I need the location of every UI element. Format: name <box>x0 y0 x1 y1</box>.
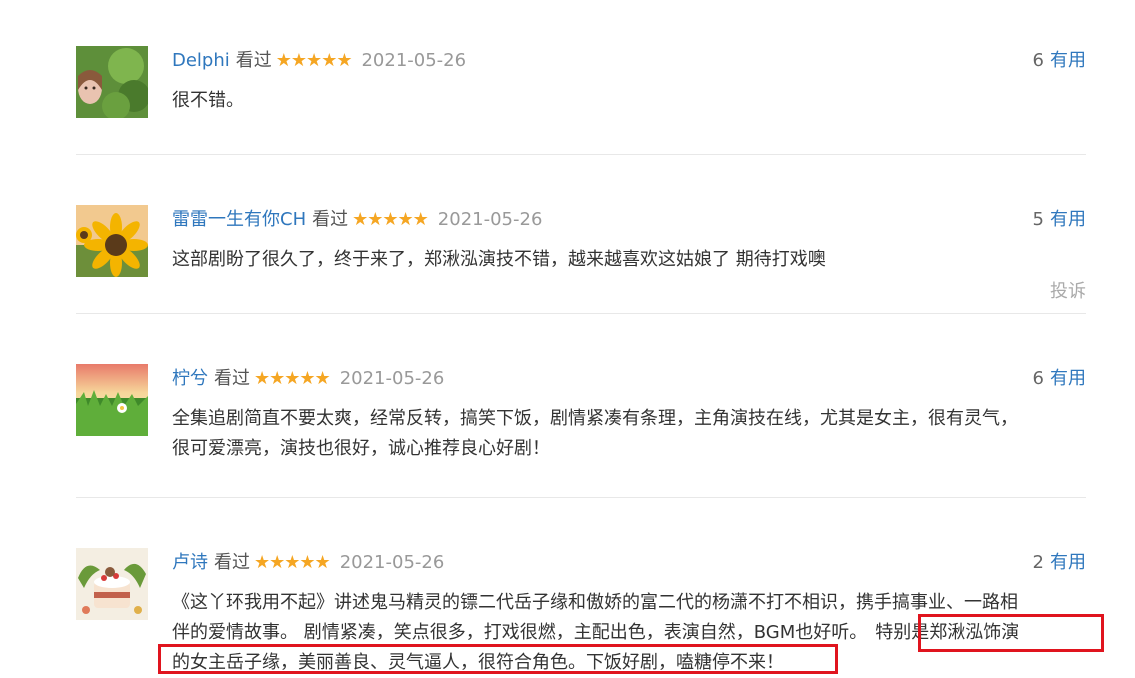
review-text: 《这丫环我用不起》讲述鬼马精灵的镖二代岳子缘和傲娇的富二代的杨潇不打不相识，携手… <box>172 588 1086 678</box>
author-link[interactable]: 卢诗 <box>172 552 208 573</box>
watched-label: 看过 <box>214 552 250 573</box>
review-body: 雷雷一生有你CH 看过 ★★★★★ 2021-05-26 5 有用 这部剧盼了很久了，终… <box>172 205 1086 302</box>
avatar-image-icon <box>76 46 148 118</box>
useful-button[interactable]: 有用 <box>1050 50 1086 71</box>
review-item: 柠兮 看过 ★★★★★ 2021-05-26 6 有用 全集追剧简直不要太爽，经常反转，… <box>76 364 1086 474</box>
avatar[interactable] <box>76 364 148 436</box>
rating-stars: ★★★★★ <box>254 368 331 389</box>
author-link[interactable]: 柠兮 <box>172 368 208 389</box>
review-date: 2021-05-26 <box>339 368 445 389</box>
rating-stars: ★★★★★ <box>275 50 353 71</box>
author-link[interactable]: Delphi <box>172 50 230 71</box>
review-text: 全集追剧简直不要太爽，经常反转，搞笑下饭，剧情紧凑有条理，主角演技在线，尤其是女… <box>172 404 1086 464</box>
useful-count: 2 <box>1032 552 1044 573</box>
review-text-line: 伴的爱情故事。 剧情紧凑，笑点很多，打戏很燃，主配出色，表演自然，BGM也好听。… <box>172 618 1086 648</box>
review-date: 2021-05-26 <box>339 552 445 573</box>
author-link[interactable]: 雷雷一生有你CH <box>172 209 306 230</box>
useful-button[interactable]: 有用 <box>1050 209 1086 230</box>
review-body: 卢诗 看过 ★★★★★ 2021-05-26 2 有用 《这丫环我用不起》讲述鬼马精灵的… <box>172 548 1086 678</box>
useful-vote: 5 有用 <box>1033 205 1086 235</box>
divider <box>76 313 1086 314</box>
review-meta: 柠兮 看过 ★★★★★ 2021-05-26 <box>172 364 1086 394</box>
rating-stars: ★★★★★ <box>352 209 429 230</box>
divider <box>76 154 1086 155</box>
meadow-avatar-icon <box>76 364 148 436</box>
report-link[interactable]: 投诉 <box>1050 277 1086 303</box>
review-meta: Delphi 看过 ★★★★★ 2021-05-26 <box>172 46 1086 76</box>
review-text-line: 很可爱漂亮，演技也很好，诚心推荐良心好剧！ <box>172 438 550 459</box>
useful-vote: 2 有用 <box>1033 548 1086 578</box>
avatar[interactable] <box>76 205 148 277</box>
useful-button[interactable]: 有用 <box>1050 368 1086 389</box>
review-meta: 卢诗 看过 ★★★★★ 2021-05-26 <box>172 548 1086 578</box>
rating-stars: ★★★★★ <box>254 552 331 573</box>
useful-button[interactable]: 有用 <box>1050 552 1086 573</box>
cake-avatar-icon <box>76 548 148 620</box>
watched-label: 看过 <box>312 209 349 230</box>
review-date: 2021-05-26 <box>361 50 467 71</box>
useful-vote: 6 有用 <box>1033 364 1086 394</box>
useful-count: 6 <box>1032 368 1044 389</box>
useful-vote: 6 有用 <box>1033 46 1086 76</box>
review-text-segment: 伴的爱情故事。 剧情紧凑，笑点很多，打戏很燃，主配出色，表演自然，BGM也好听。 <box>172 622 868 643</box>
review-text: 很不错。 <box>172 90 244 111</box>
avatar[interactable] <box>76 548 148 620</box>
useful-count: 6 <box>1032 50 1044 71</box>
review-text-line: 全集追剧简直不要太爽，经常反转，搞笑下饭，剧情紧凑有条理，主角演技在线，尤其是女… <box>172 408 1018 429</box>
review-body: Delphi 看过 ★★★★★ 2021-05-26 6 有用 很不错。 <box>172 46 1086 116</box>
review-body: 柠兮 看过 ★★★★★ 2021-05-26 6 有用 全集追剧简直不要太爽，经常反转，… <box>172 364 1086 464</box>
review-text-line: 《这丫环我用不起》讲述鬼马精灵的镖二代岳子缘和傲娇的富二代的杨潇不打不相识，携手… <box>172 592 1018 613</box>
divider <box>76 497 1086 498</box>
review-text: 这部剧盼了很久了，终于来了，郑湫泓演技不错，越来越喜欢这姑娘了 期待打戏噢 <box>172 249 826 270</box>
review-text-highlight: 特别是郑湫泓饰演 <box>875 622 1020 643</box>
avatar[interactable] <box>76 46 148 118</box>
useful-count: 5 <box>1032 209 1044 230</box>
review-meta: 雷雷一生有你CH 看过 ★★★★★ 2021-05-26 <box>172 205 1086 235</box>
review-date: 2021-05-26 <box>437 209 543 230</box>
review-item: 雷雷一生有你CH 看过 ★★★★★ 2021-05-26 5 有用 这部剧盼了很久了，终… <box>76 205 1086 305</box>
review-item: 卢诗 看过 ★★★★★ 2021-05-26 2 有用 《这丫环我用不起》讲述鬼马精灵的… <box>76 548 1086 673</box>
sunflower-avatar-icon <box>76 205 148 277</box>
review-text-line: 的女主岳子缘，美丽善良、灵气逼人，很符合角色。下饭好剧，嗑糖停不来！ <box>172 652 784 673</box>
watched-label: 看过 <box>214 368 250 389</box>
watched-label: 看过 <box>235 50 272 71</box>
review-item: Delphi 看过 ★★★★★ 2021-05-26 6 有用 很不错。 <box>76 46 1086 126</box>
